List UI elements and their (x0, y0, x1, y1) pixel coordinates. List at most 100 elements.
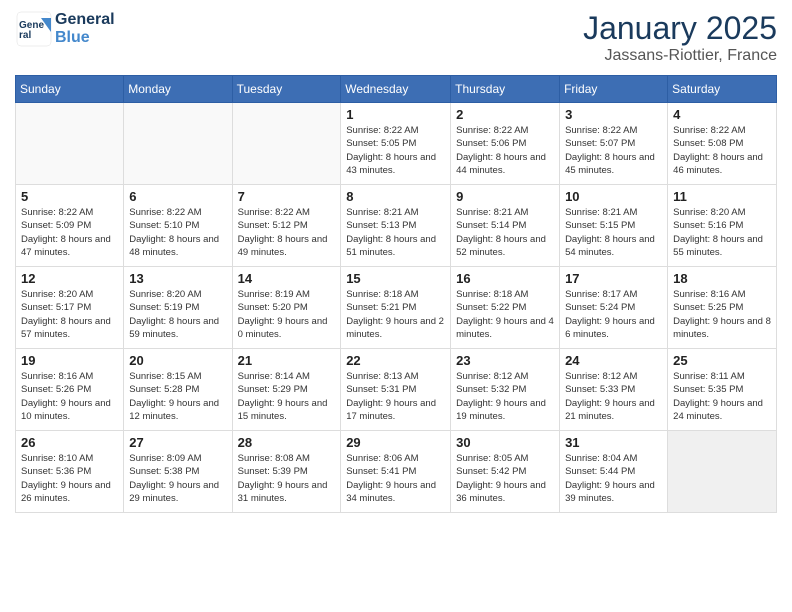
logo-general-text: General (55, 11, 115, 29)
day-number-22: 22 (346, 353, 445, 368)
day-info-25: Sunrise: 8:11 AMSunset: 5:35 PMDaylight:… (673, 370, 771, 423)
day-number-2: 2 (456, 107, 554, 122)
day-number-31: 31 (565, 435, 662, 450)
calendar-cell-21: 18Sunrise: 8:16 AMSunset: 5:25 PMDayligh… (668, 267, 777, 349)
day-info-27: Sunrise: 8:09 AMSunset: 5:38 PMDaylight:… (129, 452, 226, 505)
day-info-22: Sunrise: 8:13 AMSunset: 5:31 PMDaylight:… (346, 370, 445, 423)
day-info-7: Sunrise: 8:22 AMSunset: 5:12 PMDaylight:… (238, 206, 336, 259)
calendar-cell-3 (232, 103, 341, 185)
day-number-18: 18 (673, 271, 771, 286)
calendar-cell-15: 12Sunrise: 8:20 AMSunset: 5:17 PMDayligh… (16, 267, 124, 349)
header-sunday: Sunday (16, 76, 124, 103)
calendar-cell-5: 2Sunrise: 8:22 AMSunset: 5:06 PMDaylight… (451, 103, 560, 185)
day-info-9: Sunrise: 8:21 AMSunset: 5:14 PMDaylight:… (456, 206, 554, 259)
day-number-3: 3 (565, 107, 662, 122)
week-row-3: 12Sunrise: 8:20 AMSunset: 5:17 PMDayligh… (16, 267, 777, 349)
day-number-9: 9 (456, 189, 554, 204)
header-wednesday: Wednesday (341, 76, 451, 103)
calendar-cell-25: 22 Sunrise: 8:13 AMSunset: 5:31 PMDayligh… (341, 349, 451, 431)
calendar-cell-28: 25 Sunrise: 8:11 AMSunset: 5:35 PMDayligh… (668, 349, 777, 431)
calendar-table: Sunday Monday Tuesday Wednesday Thursday… (15, 75, 777, 513)
day-number-7: 7 (238, 189, 336, 204)
calendar-cell-18: 15Sunrise: 8:18 AMSunset: 5:21 PMDayligh… (341, 267, 451, 349)
day-number-14: 14 (238, 271, 336, 286)
calendar-cell-7: 4 Sunrise: 8:22 AMSunset: 5:08 PMDaylight… (668, 103, 777, 185)
day-number-20: 20 (129, 353, 226, 368)
day-info-3: Sunrise: 8:22 AMSunset: 5:07 PMDaylight:… (565, 124, 662, 177)
calendar-cell-35 (668, 431, 777, 513)
calendar-cell-19: 16 Sunrise: 8:18 AMSunset: 5:22 PMDayligh… (451, 267, 560, 349)
day-info-19: Sunrise: 8:16 AMSunset: 5:26 PMDaylight:… (21, 370, 118, 423)
logo: Gene ral General Blue (15, 10, 115, 48)
day-info-17: Sunrise: 8:17 AMSunset: 5:24 PMDaylight:… (565, 288, 662, 341)
day-number-1: 1 (346, 107, 445, 122)
day-info-23: Sunrise: 8:12 AMSunset: 5:32 PMDaylight:… (456, 370, 554, 423)
calendar-cell-32: 29Sunrise: 8:06 AMSunset: 5:41 PMDayligh… (341, 431, 451, 513)
day-info-28: Sunrise: 8:08 AMSunset: 5:39 PMDaylight:… (238, 452, 336, 505)
day-info-6: Sunrise: 8:22 AMSunset: 5:10 PMDaylight:… (129, 206, 226, 259)
calendar-cell-10: 7 Sunrise: 8:22 AMSunset: 5:12 PMDaylight… (232, 185, 341, 267)
day-number-6: 6 (129, 189, 226, 204)
day-info-15: Sunrise: 8:18 AMSunset: 5:21 PMDaylight:… (346, 288, 445, 341)
calendar-cell-20: 17 Sunrise: 8:17 AMSunset: 5:24 PMDayligh… (560, 267, 668, 349)
week-row-1: 1Sunrise: 8:22 AMSunset: 5:05 PMDaylight… (16, 103, 777, 185)
day-number-11: 11 (673, 189, 771, 204)
calendar-cell-6: 3 Sunrise: 8:22 AMSunset: 5:07 PMDaylight… (560, 103, 668, 185)
day-number-26: 26 (21, 435, 118, 450)
svg-text:ral: ral (19, 30, 31, 41)
day-info-5: Sunrise: 8:22 AMSunset: 5:09 PMDaylight:… (21, 206, 118, 259)
header-tuesday: Tuesday (232, 76, 341, 103)
logo-blue-text: Blue (55, 29, 115, 47)
calendar-cell-1 (16, 103, 124, 185)
calendar-cell-23: 20 Sunrise: 8:15 AMSunset: 5:28 PMDayligh… (124, 349, 232, 431)
day-number-27: 27 (129, 435, 226, 450)
calendar-cell-16: 13Sunrise: 8:20 AMSunset: 5:19 PMDayligh… (124, 267, 232, 349)
day-number-17: 17 (565, 271, 662, 286)
day-number-16: 16 (456, 271, 554, 286)
weekday-header-row: Sunday Monday Tuesday Wednesday Thursday… (16, 76, 777, 103)
calendar-cell-9: 6 Sunrise: 8:22 AMSunset: 5:10 PMDaylight… (124, 185, 232, 267)
day-info-26: Sunrise: 8:10 AMSunset: 5:36 PMDaylight:… (21, 452, 118, 505)
day-info-21: Sunrise: 8:14 AMSunset: 5:29 PMDaylight:… (238, 370, 336, 423)
title-section: January 2025 Jassans-Riottier, France (583, 10, 777, 65)
calendar-cell-27: 24Sunrise: 8:12 AMSunset: 5:33 PMDayligh… (560, 349, 668, 431)
logo-icon: Gene ral (15, 10, 53, 48)
header-saturday: Saturday (668, 76, 777, 103)
day-info-20: Sunrise: 8:15 AMSunset: 5:28 PMDaylight:… (129, 370, 226, 423)
day-number-24: 24 (565, 353, 662, 368)
day-info-14: Sunrise: 8:19 AMSunset: 5:20 PMDaylight:… (238, 288, 336, 341)
day-info-29: Sunrise: 8:06 AMSunset: 5:41 PMDaylight:… (346, 452, 445, 505)
calendar-cell-17: 14 Sunrise: 8:19 AMSunset: 5:20 PMDayligh… (232, 267, 341, 349)
calendar-body: 1Sunrise: 8:22 AMSunset: 5:05 PMDaylight… (16, 103, 777, 513)
day-info-11: Sunrise: 8:20 AMSunset: 5:16 PMDaylight:… (673, 206, 771, 259)
calendar-cell-30: 27 Sunrise: 8:09 AMSunset: 5:38 PMDayligh… (124, 431, 232, 513)
day-number-4: 4 (673, 107, 771, 122)
calendar-cell-31: 28Sunrise: 8:08 AMSunset: 5:39 PMDayligh… (232, 431, 341, 513)
day-number-30: 30 (456, 435, 554, 450)
day-info-13: Sunrise: 8:20 AMSunset: 5:19 PMDaylight:… (129, 288, 226, 341)
calendar-cell-29: 26 Sunrise: 8:10 AMSunset: 5:36 PMDayligh… (16, 431, 124, 513)
calendar-cell-34: 31 Sunrise: 8:04 AMSunset: 5:44 PMDayligh… (560, 431, 668, 513)
day-info-30: Sunrise: 8:05 AMSunset: 5:42 PMDaylight:… (456, 452, 554, 505)
day-number-21: 21 (238, 353, 336, 368)
page-header: Gene ral General Blue January 2025 Jassa… (15, 10, 777, 65)
day-info-10: Sunrise: 8:21 AMSunset: 5:15 PMDaylight:… (565, 206, 662, 259)
day-info-8: Sunrise: 8:21 AMSunset: 5:13 PMDaylight:… (346, 206, 445, 259)
week-row-4: 19Sunrise: 8:16 AMSunset: 5:26 PMDayligh… (16, 349, 777, 431)
day-number-10: 10 (565, 189, 662, 204)
calendar-cell-26: 23Sunrise: 8:12 AMSunset: 5:32 PMDayligh… (451, 349, 560, 431)
calendar-cell-24: 21 Sunrise: 8:14 AMSunset: 5:29 PMDayligh… (232, 349, 341, 431)
calendar-cell-11: 8 Sunrise: 8:21 AMSunset: 5:13 PMDaylight… (341, 185, 451, 267)
calendar-cell-14: 11 Sunrise: 8:20 AMSunset: 5:16 PMDayligh… (668, 185, 777, 267)
day-number-8: 8 (346, 189, 445, 204)
day-info-16: Sunrise: 8:18 AMSunset: 5:22 PMDaylight:… (456, 288, 554, 341)
calendar-cell-2 (124, 103, 232, 185)
header-friday: Friday (560, 76, 668, 103)
day-number-25: 25 (673, 353, 771, 368)
week-row-5: 26 Sunrise: 8:10 AMSunset: 5:36 PMDayligh… (16, 431, 777, 513)
month-title: January 2025 (583, 10, 777, 47)
calendar-cell-8: 5Sunrise: 8:22 AMSunset: 5:09 PMDaylight… (16, 185, 124, 267)
day-info-4: Sunrise: 8:22 AMSunset: 5:08 PMDaylight:… (673, 124, 771, 177)
day-info-31: Sunrise: 8:04 AMSunset: 5:44 PMDaylight:… (565, 452, 662, 505)
calendar-cell-33: 30 Sunrise: 8:05 AMSunset: 5:42 PMDayligh… (451, 431, 560, 513)
